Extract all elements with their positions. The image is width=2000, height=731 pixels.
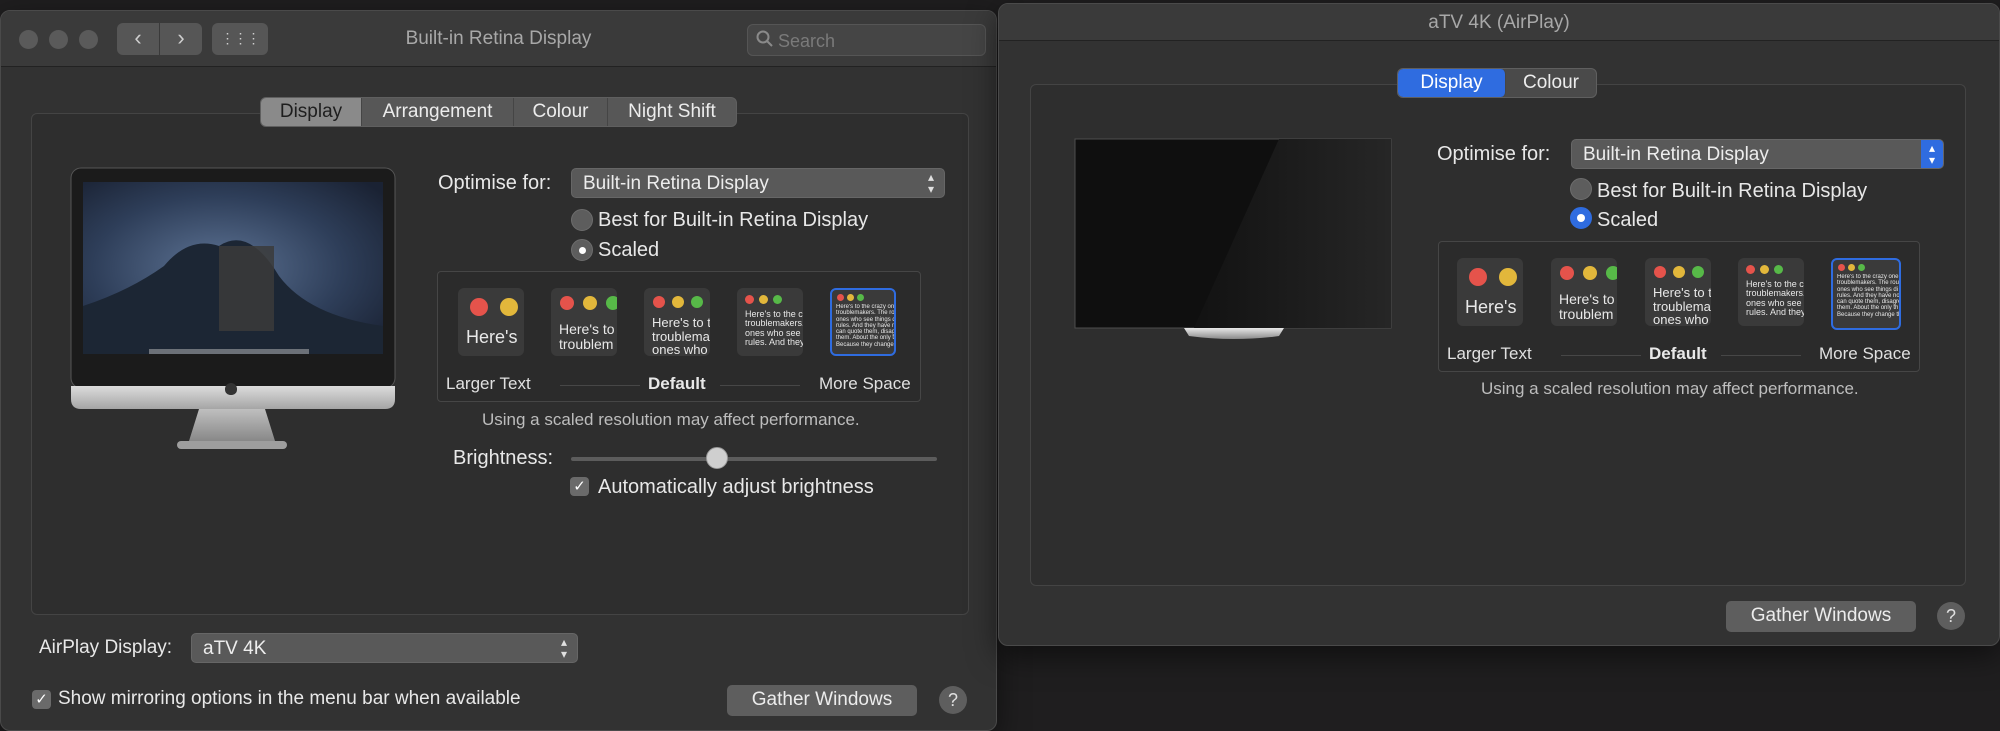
mirroring-label: Show mirroring options in the menu bar w…	[58, 688, 521, 709]
airplay-label: AirPlay Display:	[39, 637, 173, 658]
brightness-slider[interactable]	[571, 457, 937, 461]
more-space-label: More Space	[1819, 344, 1911, 363]
optimise-popup[interactable]: Built-in Retina Display ▴ ▾	[571, 168, 945, 198]
resolution-option-default[interactable]: Here's to t troublema ones who	[1645, 258, 1711, 326]
mirroring-checkbox[interactable]: ✓	[32, 690, 51, 709]
auto-brightness-checkbox[interactable]: ✓	[570, 477, 589, 496]
thumb-text: Here's to the c troublemakers. ones who …	[1746, 280, 1804, 318]
divider	[1721, 355, 1801, 356]
optimise-label: Optimise for:	[438, 172, 552, 194]
larger-text-label: Larger Text	[1447, 344, 1532, 363]
airplay-popup[interactable]: aTV 4K ▴ ▾	[191, 633, 578, 663]
tab-display[interactable]: Display	[261, 98, 362, 126]
imac-illustration	[70, 167, 396, 449]
resolution-picker: Here's Here's to troublem Here's to t tr…	[437, 271, 921, 402]
tab-bar: Display Colour	[1397, 68, 1597, 98]
thumb-text: Here's to the c troublemakers. ones who …	[745, 310, 803, 348]
checkmark-icon: ✓	[35, 691, 48, 708]
updown-arrows-icon: ▴ ▾	[560, 635, 568, 661]
radio-best[interactable]	[1570, 178, 1592, 200]
resolution-option-2[interactable]: Here's to troublem	[1551, 258, 1617, 326]
resolution-option-larger-text[interactable]: Here's	[458, 288, 524, 356]
tab-display[interactable]: Display	[1398, 69, 1506, 97]
thumb-text: Here's to t troublema ones who	[652, 316, 710, 356]
optimise-value: Built-in Retina Display	[1583, 144, 1769, 165]
thumb-text: Here's to the crazy one troublemakers. T…	[836, 304, 896, 348]
radio-best-label: Best for Built-in Retina Display	[1597, 180, 1868, 202]
resolution-option-more-space[interactable]: Here's to the crazy one troublemakers. T…	[1831, 258, 1901, 330]
radio-scaled-label: Scaled	[1597, 209, 1659, 231]
resolution-option-4[interactable]: Here's to the c troublemakers. ones who …	[737, 288, 803, 356]
window-title: aTV 4K (AirPlay)	[1428, 12, 1570, 33]
system-preferences-window: ‹ › ⋮⋮⋮ Built-in Retina Display Search D…	[0, 10, 997, 731]
radio-scaled[interactable]	[1570, 207, 1592, 229]
resolution-option-more-space[interactable]: Here's to the crazy one troublemakers. T…	[830, 288, 896, 356]
thumb-text: Here's to troublem	[559, 322, 615, 352]
optimise-popup[interactable]: Built-in Retina Display ▴ ▾	[1571, 139, 1944, 169]
divider	[1561, 355, 1641, 356]
gather-windows-button[interactable]: Gather Windows	[1726, 601, 1916, 632]
radio-scaled[interactable]	[571, 239, 593, 261]
updown-arrows-icon: ▴ ▾	[1921, 140, 1943, 168]
thumb-text: Here's to the crazy one troublemakers. T…	[1837, 274, 1901, 318]
divider	[720, 385, 800, 386]
tab-arrangement[interactable]: Arrangement	[362, 98, 514, 126]
default-label: Default	[648, 374, 706, 393]
optimise-value: Built-in Retina Display	[583, 173, 769, 194]
gather-windows-button[interactable]: Gather Windows	[727, 685, 917, 716]
more-space-label: More Space	[819, 374, 911, 393]
brightness-label: Brightness:	[453, 447, 554, 469]
updown-arrows-icon: ▴ ▾	[927, 170, 935, 196]
tab-colour[interactable]: Colour	[514, 98, 608, 126]
tv-illustration	[1074, 138, 1392, 339]
divider	[560, 385, 640, 386]
title-bar: ‹ › ⋮⋮⋮ Built-in Retina Display Search	[1, 11, 996, 67]
title-bar: aTV 4K (AirPlay)	[999, 4, 1999, 41]
search-field[interactable]: Search	[747, 24, 986, 56]
default-label: Default	[1649, 344, 1707, 363]
apple-logo-icon	[225, 383, 237, 395]
resolution-option-default[interactable]: Here's to t troublema ones who	[644, 288, 710, 356]
tab-night-shift[interactable]: Night Shift	[608, 98, 736, 126]
optimise-label: Optimise for:	[1437, 143, 1551, 165]
performance-note: Using a scaled resolution may affect per…	[482, 410, 860, 429]
radio-scaled-label: Scaled	[598, 239, 660, 261]
airplay-value: aTV 4K	[203, 638, 267, 659]
tab-bar: Display Arrangement Colour Night Shift	[260, 97, 737, 127]
checkmark-icon: ✓	[573, 478, 586, 495]
resolution-option-larger-text[interactable]: Here's	[1457, 258, 1523, 326]
larger-text-label: Larger Text	[446, 374, 531, 393]
help-button[interactable]: ?	[1937, 602, 1965, 630]
search-placeholder: Search	[778, 31, 836, 51]
radio-best[interactable]	[571, 209, 593, 231]
search-icon	[756, 30, 773, 47]
radio-best-label: Best for Built-in Retina Display	[598, 209, 869, 231]
tab-colour[interactable]: Colour	[1506, 69, 1596, 97]
thumb-text: Here's to t troublema ones who	[1653, 286, 1711, 326]
airplay-display-window: aTV 4K (AirPlay) Display Colour Optimise…	[998, 3, 2000, 646]
resolution-option-2[interactable]: Here's to troublem	[551, 288, 617, 356]
thumb-text: Here's	[1465, 298, 1517, 317]
resolution-picker: Here's Here's to troublem Here's to t tr…	[1438, 241, 1920, 372]
resolution-option-4[interactable]: Here's to the c troublemakers. ones who …	[1738, 258, 1804, 326]
help-button[interactable]: ?	[939, 686, 967, 714]
thumb-text: Here's to troublem	[1559, 292, 1615, 322]
auto-brightness-label: Automatically adjust brightness	[598, 476, 874, 498]
performance-note: Using a scaled resolution may affect per…	[1481, 379, 1859, 398]
thumb-text: Here's	[466, 328, 518, 347]
